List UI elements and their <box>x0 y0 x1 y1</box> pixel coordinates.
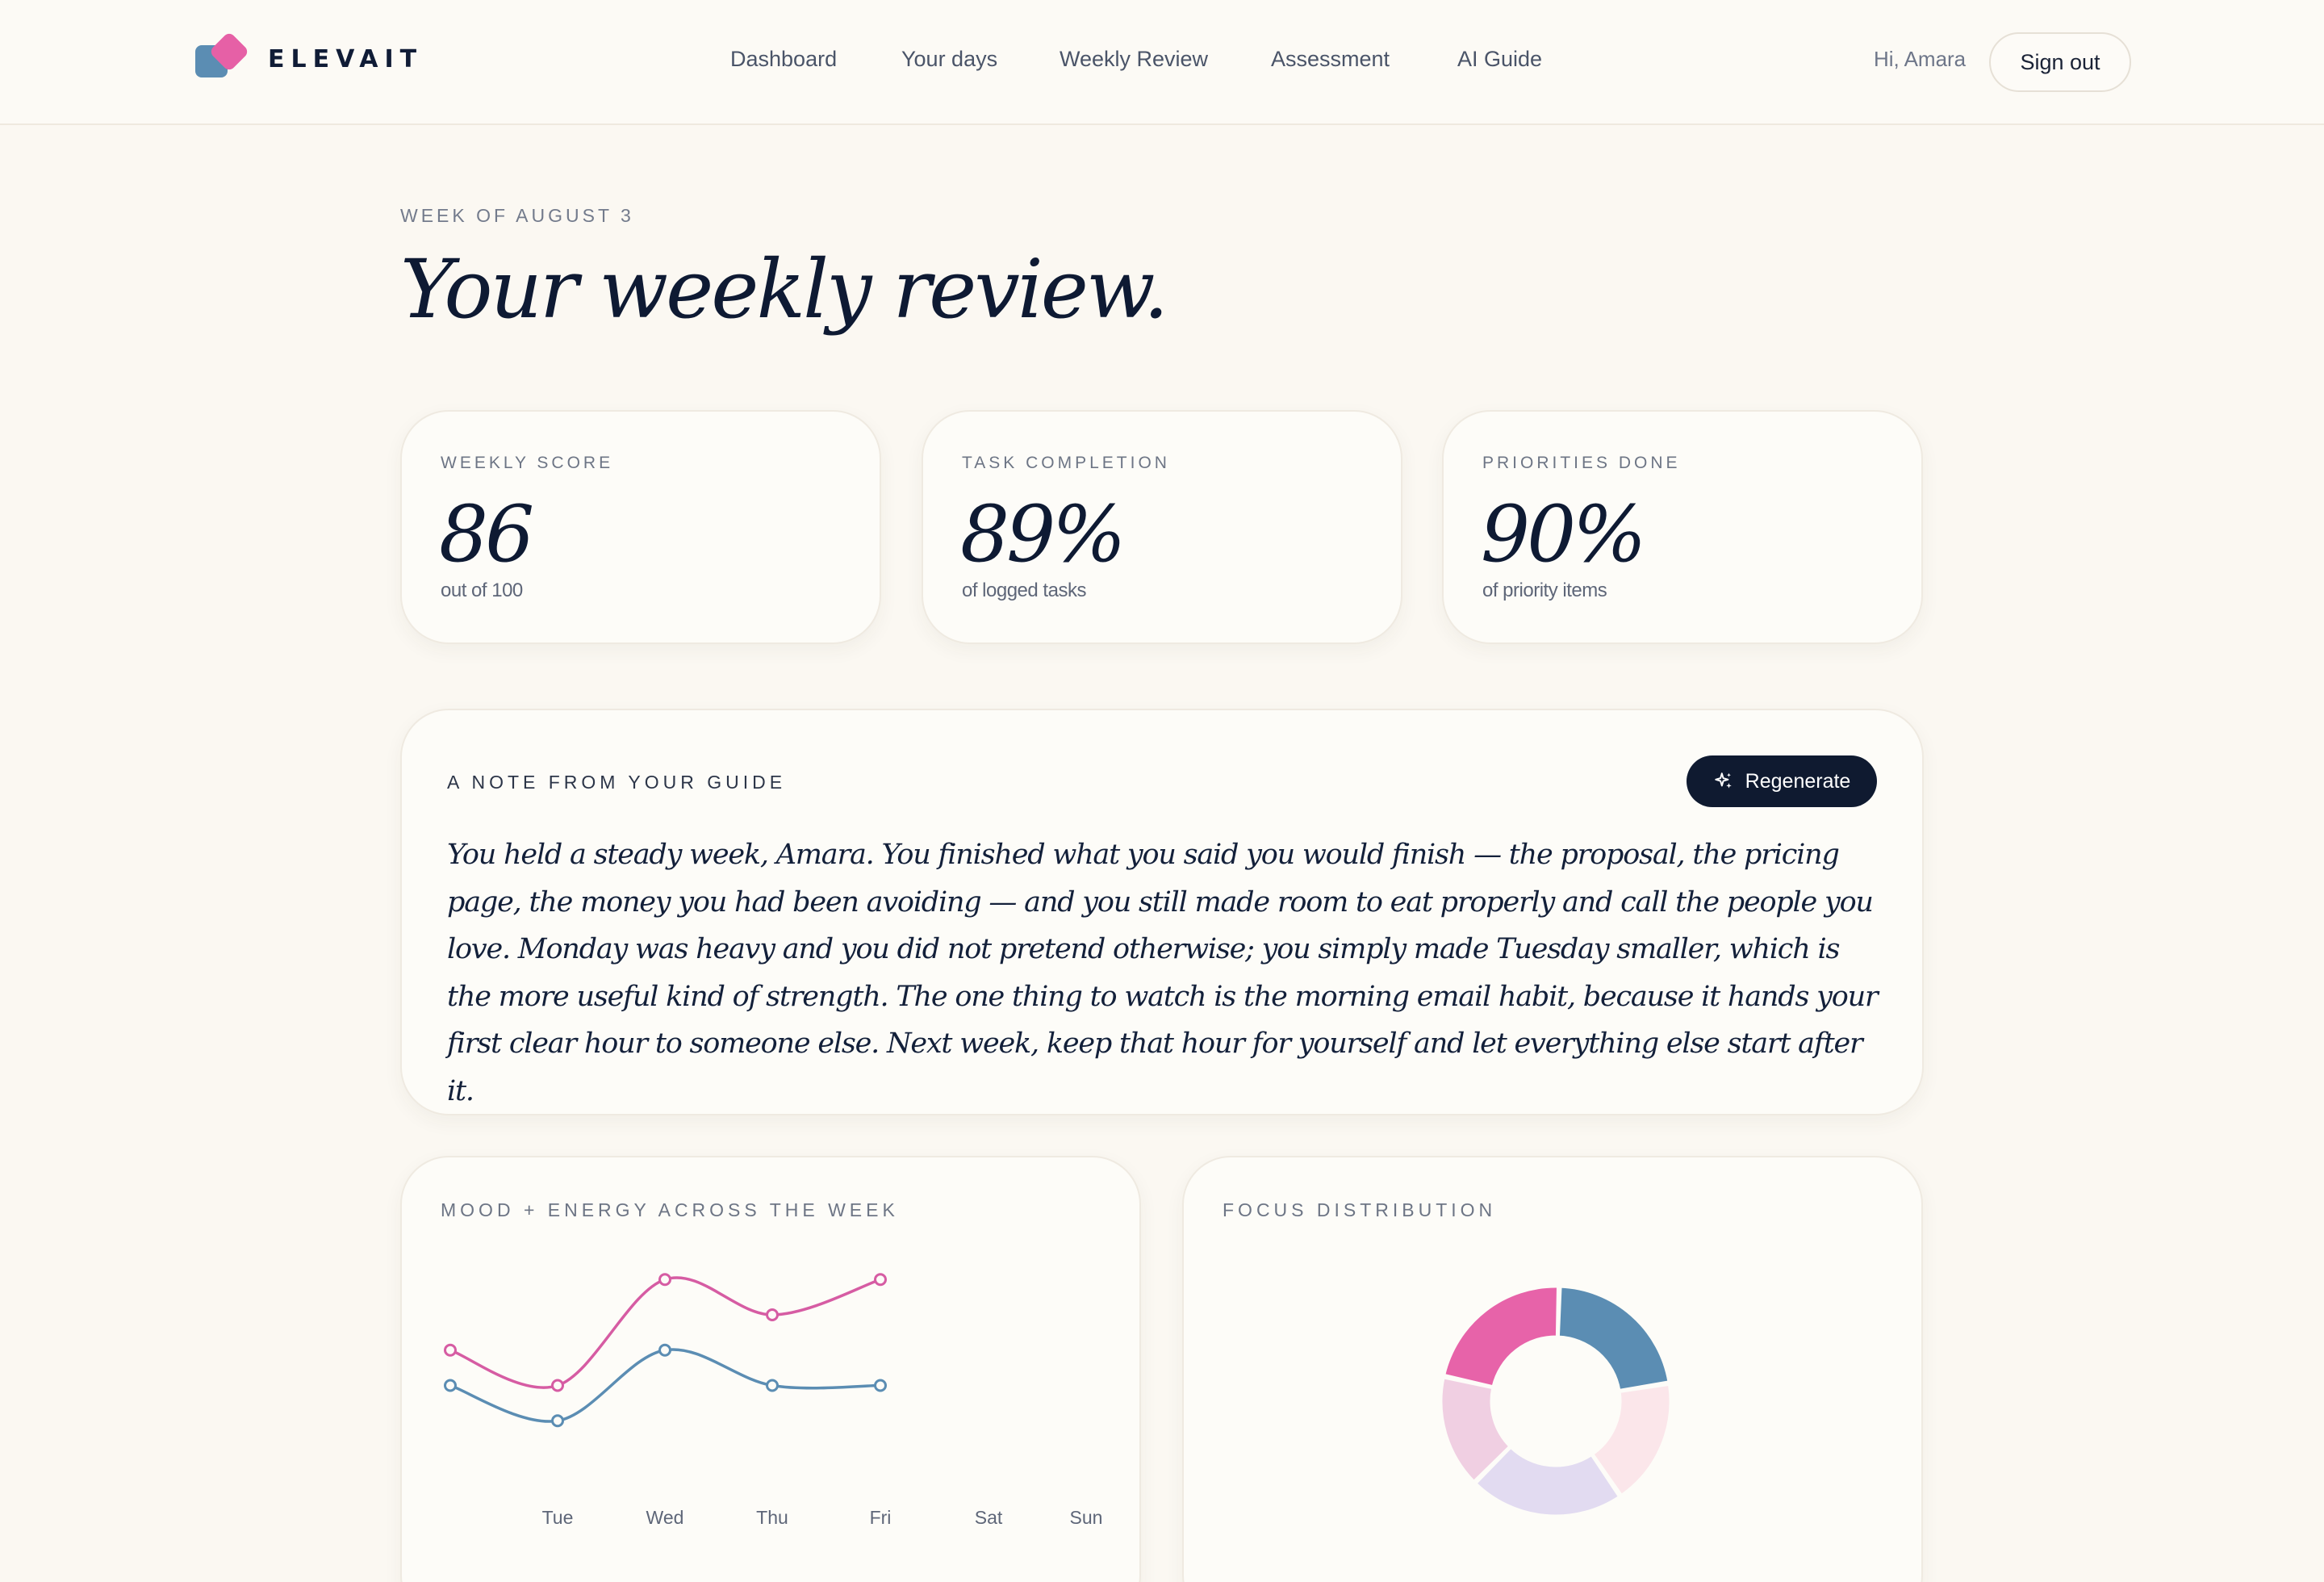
mood-energy-chart: Tue Wed Thu Fri Sat Sun <box>444 1273 1103 1528</box>
donut-slice[interactable] <box>1557 1285 1670 1392</box>
regenerate-label: Regenerate <box>1745 769 1851 793</box>
data-point[interactable] <box>444 1343 457 1357</box>
nav-dashboard[interactable]: Dashboard <box>730 47 837 72</box>
nav-ai-guide[interactable]: AI Guide <box>1457 47 1542 72</box>
nav-weekly-review[interactable]: Weekly Review <box>1060 47 1208 72</box>
stat-value: 86 <box>439 489 534 580</box>
x-tick-label: Wed <box>646 1507 684 1528</box>
x-tick-label: Thu <box>756 1507 788 1528</box>
sign-out-button[interactable]: Sign out <box>1989 32 2131 92</box>
task-completion-card: TASK COMPLETION 89% of logged tasks <box>922 410 1402 644</box>
focus-distribution-card: FOCUS DISTRIBUTION <box>1182 1156 1923 1582</box>
week-label: WEEK OF AUGUST 3 <box>400 205 634 226</box>
stat-value: 90% <box>1481 489 1646 580</box>
data-point[interactable] <box>444 1379 457 1392</box>
x-tick-label: Sun <box>1070 1507 1103 1528</box>
data-point[interactable] <box>658 1273 671 1287</box>
sparkle-icon <box>1714 772 1732 789</box>
page-title: Your weekly review. <box>400 242 1168 337</box>
data-point[interactable] <box>766 1308 779 1321</box>
stat-caption: of logged tasks <box>962 580 1086 601</box>
note-label: A NOTE FROM YOUR GUIDE <box>447 772 787 793</box>
mood-energy-card: MOOD + ENERGY ACROSS THE WEEK Tue Wed Thu F… <box>400 1156 1141 1582</box>
data-point[interactable] <box>551 1379 564 1392</box>
x-tick-label: Fri <box>870 1507 892 1528</box>
regenerate-button[interactable]: Regenerate <box>1687 755 1877 807</box>
main-nav: Dashboard Your days Weekly Review Assess… <box>0 47 2324 79</box>
data-point[interactable] <box>551 1414 564 1428</box>
donut-slice[interactable] <box>1442 1285 1560 1388</box>
series-line <box>449 1348 882 1423</box>
guide-note-text: You held a steady week, Amara. You finis… <box>447 839 1879 1107</box>
nav-assessment[interactable]: Assessment <box>1271 47 1390 72</box>
guide-note-card: A NOTE FROM YOUR GUIDE Regenerate You he… <box>400 709 1924 1115</box>
series-line <box>449 1276 882 1389</box>
stat-label: PRIORITIES DONE <box>1482 454 1681 472</box>
stat-label: TASK COMPLETION <box>962 454 1170 472</box>
focus-donut-chart <box>1440 1285 1672 1517</box>
stat-caption: of priority items <box>1482 580 1607 601</box>
stat-caption: out of 100 <box>441 580 523 601</box>
stat-label: WEEKLY SCORE <box>441 454 614 472</box>
nav-your-days[interactable]: Your days <box>901 47 997 72</box>
stat-value: 89% <box>960 489 1126 580</box>
user-greeting: Hi, Amara <box>1874 47 1967 71</box>
data-point[interactable] <box>658 1343 671 1357</box>
priorities-done-card: PRIORITIES DONE 90% of priority items <box>1442 410 1923 644</box>
weekly-score-card: WEEKLY SCORE 86 out of 100 <box>400 410 881 644</box>
x-tick-label: Tue <box>542 1507 574 1528</box>
data-point[interactable] <box>874 1379 887 1392</box>
data-point[interactable] <box>874 1273 887 1287</box>
top-bar: ELEVAIT Dashboard Your days Weekly Revie… <box>0 0 2324 125</box>
x-tick-label: Sat <box>975 1507 1003 1528</box>
data-point[interactable] <box>766 1379 779 1392</box>
